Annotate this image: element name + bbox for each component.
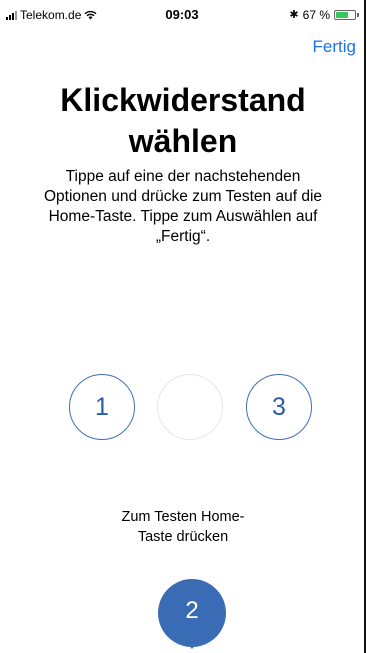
selected-option-label: 2 xyxy=(185,597,199,624)
page-title: Klickwiderstand wählen xyxy=(60,82,306,159)
click-options: 1 3 xyxy=(0,374,366,444)
battery-percent: 67 % xyxy=(302,8,330,22)
test-hint-line1: Zum Testen Home- xyxy=(121,509,245,525)
battery-icon xyxy=(334,10,359,20)
test-hint: Zum Testen Home- Taste drücken xyxy=(0,507,366,547)
test-hint-line2: Taste drücken xyxy=(137,529,229,545)
battery-cap xyxy=(357,13,359,17)
done-button[interactable]: Fertig xyxy=(313,37,356,57)
selected-option-indicator: 2 xyxy=(158,579,226,649)
option-1-button[interactable]: 1 xyxy=(69,374,135,440)
status-bar: Telekom.de 09:03 ✱ 67 % xyxy=(0,0,364,30)
bluetooth-icon: ✱ xyxy=(289,9,299,21)
option-2-button[interactable] xyxy=(157,374,223,440)
status-right: ✱ 67 % xyxy=(289,8,359,22)
pin-tip xyxy=(184,639,200,649)
instructions-text: Tippe auf eine der nachstehenden Optione… xyxy=(43,168,323,245)
screen: Telekom.de 09:03 ✱ 67 % Fertig Klickwide… xyxy=(0,0,366,653)
option-3-button[interactable]: 3 xyxy=(246,374,312,440)
battery-fill xyxy=(336,12,348,18)
